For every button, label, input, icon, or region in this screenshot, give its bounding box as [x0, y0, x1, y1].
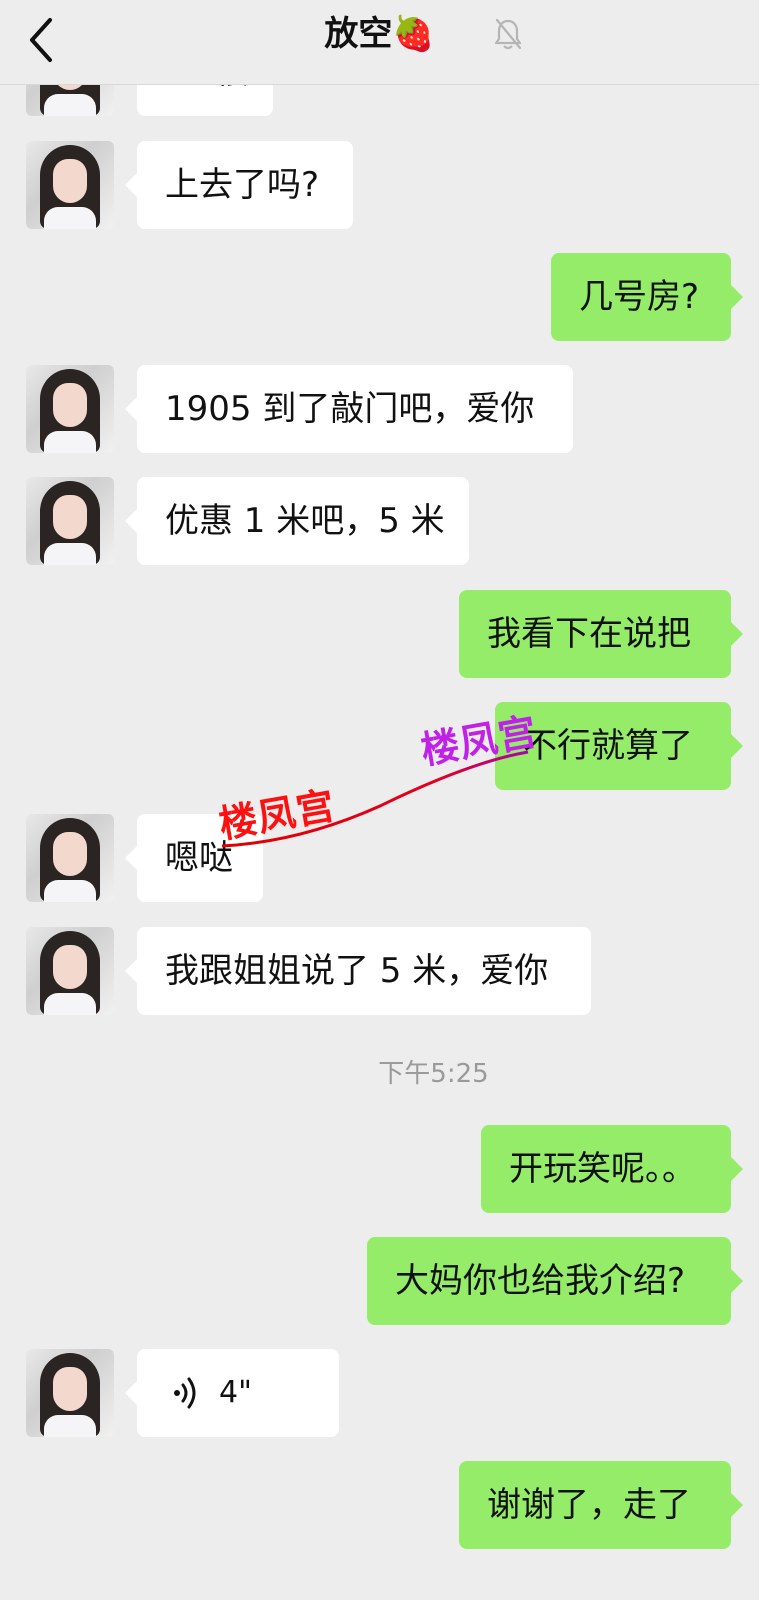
contact-avatar[interactable] [26, 477, 114, 565]
message-bubble-incoming[interactable]: 上去了吗? [125, 141, 353, 229]
chat-title[interactable]: 放空🍓 [0, 14, 759, 54]
message-bubble-outgoing[interactable]: 开玩笑呢。。 [481, 1125, 743, 1213]
message-bubble-incoming[interactable]: 1905 到了敲门吧，爱你 [125, 365, 573, 453]
message-bubble-outgoing[interactable]: 不行就算了 [495, 702, 743, 790]
bell-muted-icon [494, 18, 522, 50]
voice-duration: 4" [219, 1375, 252, 1410]
voice-message-bubble[interactable]: 4" [125, 1349, 339, 1437]
voice-wave-icon [174, 1377, 196, 1409]
contact-avatar[interactable] [26, 1349, 114, 1437]
message-text: 我跟姐姐说了 5 米，爱你 [165, 951, 549, 991]
message-timestamp: 下午5:25 [378, 1059, 489, 1089]
message-text: 1905 到了敲门吧，爱你 [165, 389, 535, 429]
message-bubble-outgoing[interactable]: 几号房? [551, 253, 743, 341]
message-text: 几号房? [579, 277, 700, 317]
contact-avatar[interactable] [26, 814, 114, 902]
message-text: 我看下在说把 [487, 614, 691, 654]
message-text: 优惠 1 米吧，5 米 [165, 501, 445, 541]
message-bubble-incoming[interactable]: 优惠 1 米吧，5 米 [125, 477, 469, 565]
contact-name: 放空 [324, 14, 393, 54]
message-bubble-incoming[interactable]: 嗯哒 [125, 814, 263, 902]
contact-avatar[interactable] [26, 927, 114, 1015]
message-text: 大妈你也给我介绍? [395, 1261, 686, 1301]
message-text: 谢谢了，走了 [487, 1485, 691, 1525]
contact-avatar[interactable] [26, 141, 114, 229]
message-text: 嗯哒 [165, 838, 233, 878]
message-text: 不行就算了 [523, 726, 693, 766]
contact-avatar[interactable] [26, 365, 114, 453]
message-text: 上去了吗? [165, 165, 320, 205]
strawberry-emoji: 🍓 [392, 14, 435, 54]
message-text: 开玩笑呢。。 [509, 1149, 696, 1189]
message-bubble-outgoing[interactable]: 大妈你也给我介绍? [367, 1237, 743, 1325]
chat-area[interactable]: 1? 楼 上去了吗? 几号房? 1905 到了敲门吧，爱你 优惠 1 米吧，5 … [0, 0, 759, 1600]
chat-header: 放空🍓 [0, 0, 759, 85]
message-bubble-outgoing[interactable]: 我看下在说把 [459, 590, 743, 678]
message-bubble-incoming[interactable]: 我跟姐姐说了 5 米，爱你 [125, 927, 591, 1015]
message-bubble-outgoing[interactable]: 谢谢了，走了 [459, 1461, 743, 1549]
